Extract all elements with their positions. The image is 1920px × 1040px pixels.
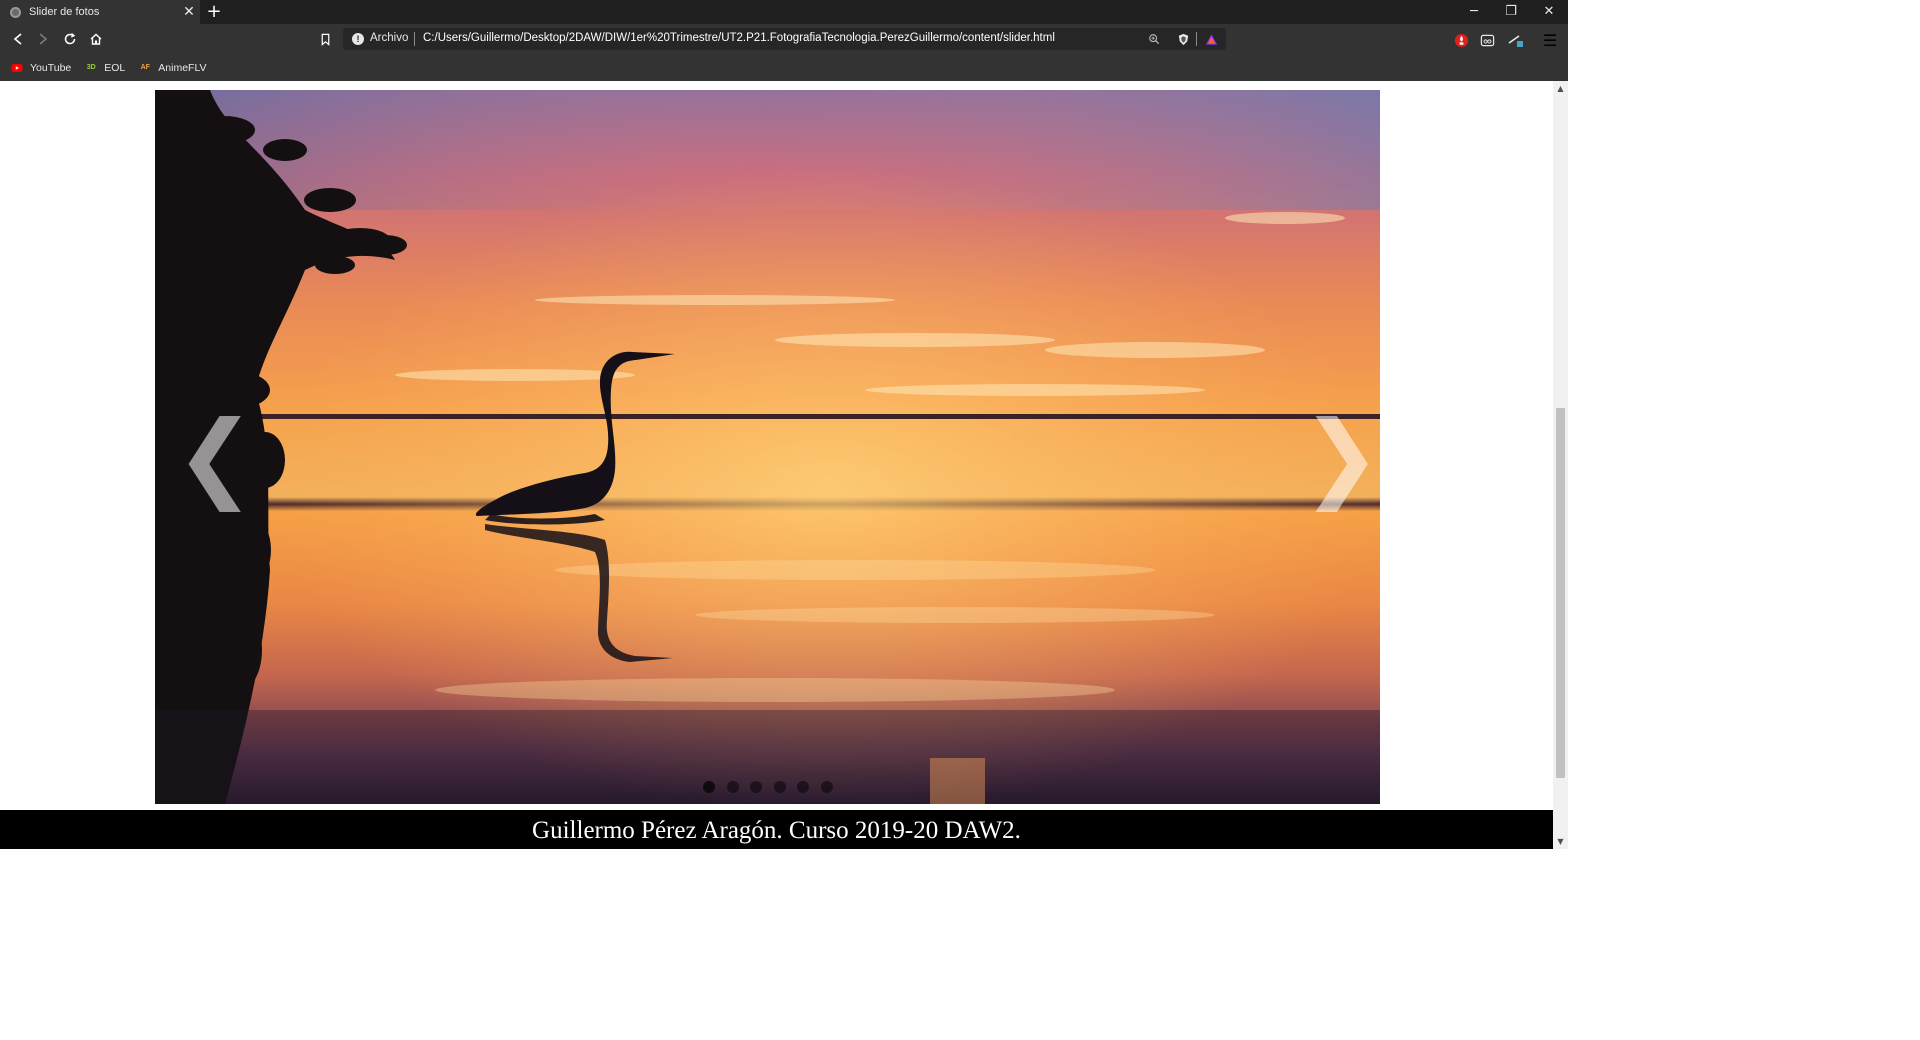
restore-button[interactable]: ❐: [1492, 0, 1530, 24]
url-text[interactable]: C:/Users/Guillermo/Desktop/2DAW/DIW/1er%…: [423, 32, 1055, 44]
slide-indicators: [703, 781, 844, 793]
page-favicon-icon: [10, 6, 21, 18]
back-arrow-icon: [13, 33, 22, 45]
home-icon: [90, 33, 102, 45]
browser-menu-button[interactable]: ☰: [1541, 31, 1559, 50]
extension-pen-icon[interactable]: [1507, 31, 1525, 49]
slide-dot-3[interactable]: [750, 781, 762, 793]
tab-strip: Slider de fotos ✕ + ─ ❐ ✕: [0, 0, 1568, 24]
bookmark-animeflv[interactable]: AF AnimeFLV: [139, 61, 207, 74]
bookmark-page-button[interactable]: [314, 27, 336, 51]
bookmarks-bar: YouTube 3D EOL AF AnimeFLV: [0, 54, 1568, 81]
bookmark-icon: [321, 33, 329, 46]
vertical-scrollbar[interactable]: ▲ ▼: [1553, 81, 1568, 849]
scroll-down-arrow-icon[interactable]: ▼: [1553, 834, 1568, 849]
bookmark-label: AnimeFLV: [158, 61, 207, 74]
address-separator-2: [1196, 32, 1197, 46]
footer-credit: Guillermo Pérez Aragón. Curso 2019-20 DA…: [532, 817, 1021, 844]
scroll-up-arrow-icon[interactable]: ▲: [1553, 81, 1568, 96]
scheme-label: Archivo: [370, 32, 409, 44]
zoom-icon[interactable]: [1146, 31, 1162, 47]
forward-arrow-icon: [39, 33, 48, 45]
back-button[interactable]: [6, 27, 30, 51]
reload-button[interactable]: [58, 27, 82, 51]
slide-dot-2[interactable]: [726, 781, 739, 793]
photo-slider: ❮ ❯: [155, 90, 1380, 804]
reload-icon: [64, 32, 76, 45]
slide-dot-1[interactable]: [703, 781, 715, 793]
bookmark-youtube[interactable]: YouTube: [11, 62, 71, 74]
bookmark-eol[interactable]: 3D EOL: [85, 61, 126, 74]
address-separator: [414, 32, 415, 46]
extension-reader-icon[interactable]: [1478, 31, 1496, 49]
tab-title: Slider de fotos: [29, 6, 100, 18]
home-button[interactable]: [84, 27, 108, 51]
site-info-icon[interactable]: !: [352, 33, 364, 45]
eol-icon: 3D: [86, 64, 96, 71]
previous-slide-button[interactable]: ❮: [175, 408, 255, 504]
bookmark-label: YouTube: [30, 61, 72, 74]
youtube-icon: [11, 62, 23, 74]
address-bar[interactable]: ! Archivo C:/Users/Guillermo/Desktop/2DA…: [343, 28, 1226, 50]
extension-red-icon[interactable]: [1452, 31, 1470, 49]
minimize-button[interactable]: ─: [1455, 0, 1493, 24]
animeflv-icon: AF: [140, 64, 150, 71]
page-footer: Guillermo Pérez Aragón. Curso 2019-20 DA…: [0, 810, 1553, 849]
browser-tab[interactable]: Slider de fotos ✕: [0, 0, 200, 24]
page-viewport: ❮ ❯ Guillermo Pérez Aragón. Curso 2019-2…: [0, 81, 1553, 849]
brave-rewards-icon[interactable]: [1203, 31, 1219, 47]
new-tab-button[interactable]: +: [204, 0, 224, 24]
bookmark-label: EOL: [104, 61, 126, 74]
forward-button[interactable]: [31, 27, 55, 51]
slide-dot-6[interactable]: [820, 781, 833, 793]
scrollbar-thumb[interactable]: [1556, 408, 1565, 778]
slide-dot-4[interactable]: [773, 781, 786, 793]
close-tab-icon[interactable]: ✕: [178, 4, 200, 20]
close-window-button[interactable]: ✕: [1530, 0, 1568, 24]
brave-shields-icon[interactable]: [1175, 31, 1191, 47]
browser-toolbar: ! Archivo C:/Users/Guillermo/Desktop/2DA…: [0, 24, 1568, 54]
slide-dot-5[interactable]: [797, 781, 809, 793]
next-slide-button[interactable]: ❯: [1301, 408, 1380, 504]
sunset-heron-photo: [155, 90, 1380, 804]
